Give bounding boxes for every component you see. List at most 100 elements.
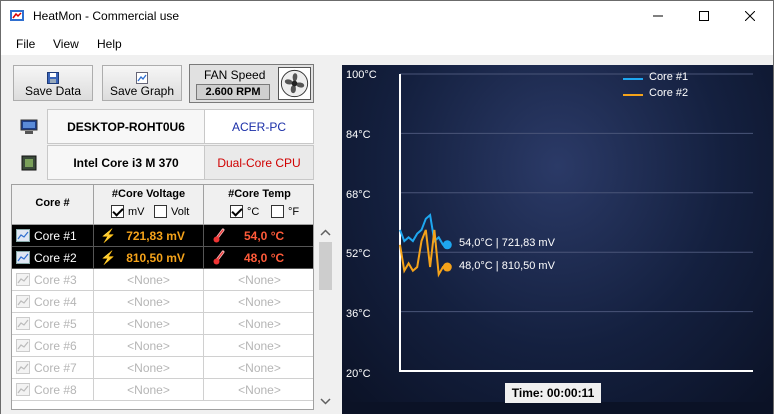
core-cell: Core #8 (12, 379, 94, 401)
table-row[interactable]: Core #6 <None> <None> (12, 335, 313, 357)
heatmon-window: HeatMon - Commercial use File View Help … (0, 0, 774, 414)
menu-help[interactable]: Help (97, 37, 122, 51)
save-graph-button[interactable]: Save Graph (102, 65, 182, 101)
table-row[interactable]: Core #1 ⚡ 721,83 mV 54,0 °C (12, 225, 313, 247)
elapsed-time: Time: 00:00:11 (505, 383, 601, 403)
mv-checkbox-box[interactable] (111, 205, 124, 218)
celsius-checkbox-box[interactable] (230, 205, 243, 218)
fahrenheit-checkbox[interactable]: °F (271, 205, 299, 218)
computer-name: DESKTOP-ROHT0U6 (47, 109, 205, 144)
core-cell: Core #2 (12, 247, 94, 269)
core-cell: Core #3 (12, 269, 94, 291)
volt-checkbox-box[interactable] (154, 205, 167, 218)
fan-speed-label: FAN Speed (204, 68, 266, 82)
scroll-down-icon[interactable] (317, 394, 334, 408)
temp-value: 48,0 °C (244, 250, 285, 265)
minimize-button[interactable] (635, 1, 681, 31)
temp-cell: <None> (204, 335, 313, 357)
y-axis-label-68: 68°C (346, 189, 371, 201)
voltage-value: <None> (127, 272, 170, 287)
core-graph-icon (16, 317, 30, 330)
window-title: HeatMon - Commercial use (33, 9, 180, 23)
core-graph-icon (16, 273, 30, 286)
menu-bar: File View Help (1, 31, 773, 55)
core-name: Core #7 (34, 360, 77, 375)
fan-icon (278, 67, 311, 100)
table-scrollbar[interactable] (317, 224, 334, 410)
menu-view[interactable]: View (53, 37, 79, 51)
voltage-cell: ⚡ 721,83 mV (94, 225, 204, 247)
legend-line-core1 (623, 78, 643, 80)
core-name: Core #4 (34, 294, 77, 309)
table-row[interactable]: Core #8 <None> <None> (12, 379, 313, 401)
computer-model-text: ACER-PC (231, 119, 286, 134)
table-row[interactable]: Core #5 <None> <None> (12, 313, 313, 335)
voltage-cell: <None> (94, 291, 204, 313)
temp-cell: 48,0 °C (204, 247, 313, 269)
core-cell: Core #6 (12, 335, 94, 357)
close-button[interactable] (727, 1, 773, 31)
voltage-cell: <None> (94, 335, 204, 357)
table-row[interactable]: Core #2 ⚡ 810,50 mV 48,0 °C (12, 247, 313, 269)
mv-checkbox[interactable]: mV (111, 205, 145, 218)
floppy-disk-icon (47, 72, 59, 84)
voltage-value: <None> (127, 382, 170, 397)
lightning-bolt-icon: ⚡ (100, 227, 117, 243)
series-line-core1 (399, 213, 448, 246)
fahrenheit-checkbox-box[interactable] (271, 205, 284, 218)
cpu-type-text: Dual-Core CPU (217, 155, 301, 170)
temp-cell: <None> (204, 357, 313, 379)
core-cell: Core #4 (12, 291, 94, 313)
scroll-thumb[interactable] (319, 242, 332, 290)
temp-column-title: #Core Temp (228, 188, 291, 200)
voltage-cell: <None> (94, 269, 204, 291)
temp-cell: <None> (204, 379, 313, 401)
table-row[interactable]: Core #3 <None> <None> (12, 269, 313, 291)
y-axis-label-20: 20°C (346, 368, 371, 380)
maximize-icon (699, 11, 709, 21)
voltage-column-header: #Core Voltage mV Volt (94, 185, 204, 225)
core-cell: Core #7 (12, 357, 94, 379)
computer-icon (20, 119, 38, 134)
lightning-bolt-icon: ⚡ (100, 249, 117, 265)
scroll-up-icon[interactable] (317, 226, 334, 240)
legend-core1: Core #1 (649, 71, 689, 83)
voltage-value: <None> (127, 338, 170, 353)
celsius-checkbox[interactable]: °C (230, 205, 259, 218)
title-bar[interactable]: HeatMon - Commercial use (1, 1, 773, 31)
core-graph-icon (16, 251, 30, 264)
menu-file[interactable]: File (16, 37, 35, 51)
voltage-cell: <None> (94, 379, 204, 401)
table-row[interactable]: Core #4 <None> <None> (12, 291, 313, 313)
core-graph-icon (16, 229, 30, 242)
temperature-graph: 100°C 84°C 68°C 52°C 36°C 20°C Core #1 C… (342, 65, 773, 402)
save-data-button[interactable]: Save Data (13, 65, 93, 101)
computer-info-row: DESKTOP-ROHT0U6 ACER-PC (11, 109, 314, 144)
core2-tooltip: 48,0°C | 810,50 mV (459, 260, 555, 272)
core-graph-icon (16, 295, 30, 308)
legend-line-core2 (623, 94, 643, 96)
temp-value: 54,0 °C (244, 228, 285, 243)
legend-core2: Core #2 (649, 87, 689, 99)
temp-value: <None> (238, 360, 281, 375)
core-table: Core # #Core Voltage mV Volt #Core Temp … (11, 184, 314, 410)
volt-checkbox[interactable]: Volt (154, 205, 189, 218)
graph-footer (342, 402, 773, 414)
client-area: Save Data Save Graph FAN Speed 2.600 RPM (1, 55, 773, 414)
voltage-column-title: #Core Voltage (111, 188, 186, 200)
core-graph-icon (16, 383, 30, 396)
voltage-value: <None> (127, 316, 170, 331)
temp-column-header: #Core Temp °C °F (204, 185, 313, 225)
save-graph-label: Save Graph (109, 84, 175, 98)
table-row[interactable]: Core #7 <None> <None> (12, 357, 313, 379)
voltage-cell: <None> (94, 313, 204, 335)
fan-speed-value: 2.600 RPM (196, 84, 270, 100)
voltage-value: 810,50 mV (126, 250, 185, 265)
core-name: Core #2 (34, 250, 77, 265)
voltage-value: 721,83 mV (126, 228, 185, 243)
cpu-info-icon-cell (11, 145, 47, 180)
maximize-button[interactable] (681, 1, 727, 31)
voltage-cell: ⚡ 810,50 mV (94, 247, 204, 269)
core-name: Core #8 (34, 382, 77, 397)
computer-info-icon-cell (11, 109, 47, 144)
